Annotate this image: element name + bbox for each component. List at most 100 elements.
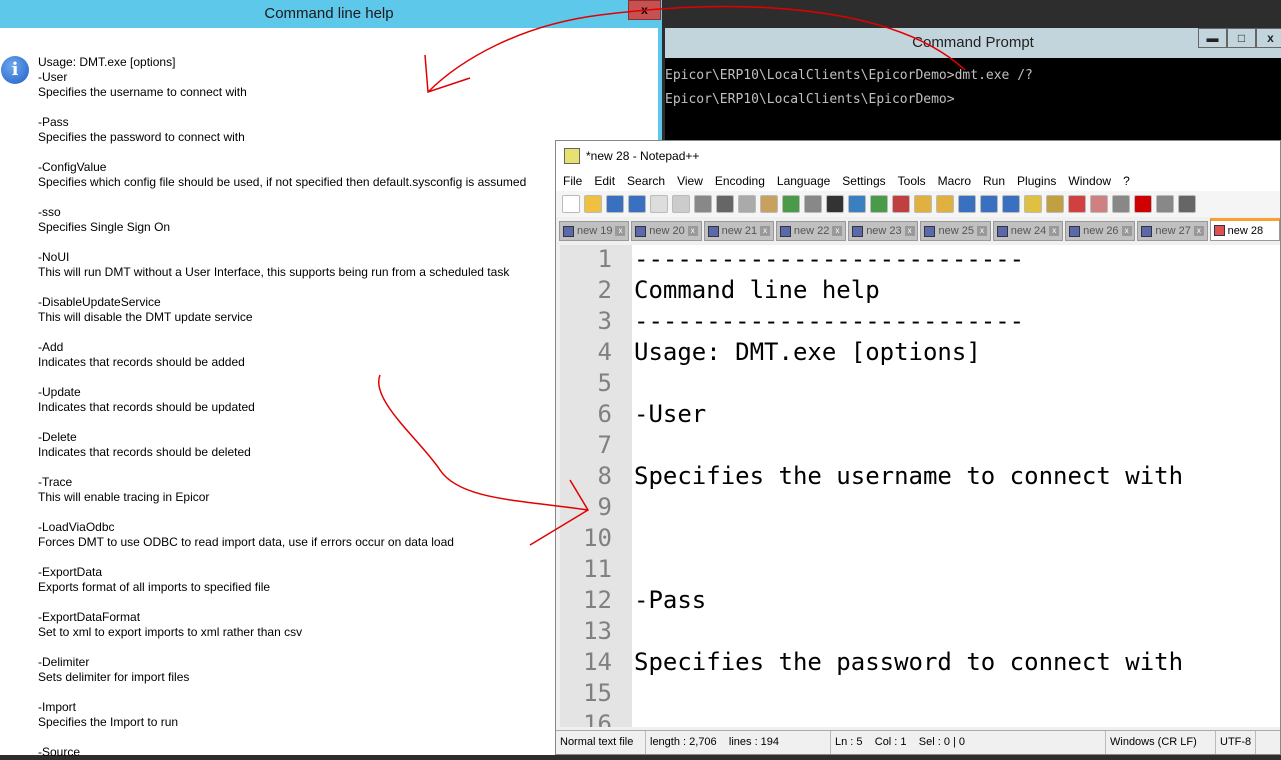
menu-search[interactable]: Search [627, 171, 665, 191]
line-number: 12 [583, 586, 612, 614]
show-all-icon[interactable] [980, 195, 998, 213]
help-line: Exports format of all imports to specifi… [38, 580, 271, 594]
close-button[interactable]: x [1256, 28, 1281, 48]
tab-new-23[interactable]: new 23 x [848, 221, 919, 241]
editor-line: 6 -User [560, 399, 1280, 430]
close-icon[interactable] [650, 195, 668, 213]
tab-new-27[interactable]: new 27 x [1137, 221, 1208, 241]
close-tab-icon[interactable]: x [904, 226, 915, 236]
menu-macro[interactable]: Macro [938, 171, 971, 191]
menu-language[interactable]: Language [777, 171, 830, 191]
close-tab-icon[interactable]: x [976, 226, 987, 236]
menu-plugins[interactable]: Plugins [1017, 171, 1056, 191]
sync-v-icon[interactable] [914, 195, 932, 213]
help-line [38, 100, 526, 115]
close-tab-icon[interactable]: x [832, 226, 843, 236]
editor[interactable]: 1 --------------------------- 2 Command lin… [560, 245, 1280, 727]
file-icon [707, 225, 719, 237]
stop-icon[interactable] [1156, 195, 1174, 213]
tab-label: new 19 [577, 225, 613, 237]
replace-icon[interactable] [848, 195, 866, 213]
help-line: This will run DMT without a User Interfa… [38, 265, 510, 279]
help-line: -Delimiter [38, 655, 90, 669]
close-tab-icon[interactable]: x [1193, 226, 1204, 236]
copy-icon[interactable] [738, 195, 756, 213]
help-line: -LoadViaOdbc [38, 520, 115, 534]
editor-line: 14 Specifies the password to connect with [560, 647, 1280, 678]
menu-file[interactable]: File [563, 171, 582, 191]
tab-new-24[interactable]: new 24 x [992, 221, 1064, 241]
file-icon [852, 225, 864, 237]
help-line: Indicates that records should be updated [38, 400, 255, 414]
help-line: -Trace [38, 475, 73, 489]
minimize-button[interactable]: ▬ [1198, 28, 1227, 48]
editor-line: 15 [560, 678, 1280, 709]
save-icon[interactable] [606, 195, 624, 213]
find-icon[interactable] [826, 195, 844, 213]
zoom-out-icon[interactable] [892, 195, 910, 213]
save-all-icon[interactable] [628, 195, 646, 213]
play-icon[interactable] [1178, 195, 1196, 213]
tab-new-25[interactable]: new 25 x [920, 221, 991, 241]
line-number: 1 [597, 245, 612, 273]
close-tab-icon[interactable]: x [687, 226, 698, 236]
menu-window[interactable]: Window [1068, 171, 1111, 191]
paste-icon[interactable] [760, 195, 778, 213]
help-line [38, 550, 526, 565]
line-number: 8 [597, 462, 612, 490]
udl-icon[interactable] [1024, 195, 1042, 213]
word-wrap-icon[interactable] [958, 195, 976, 213]
monitor-icon[interactable] [1112, 195, 1130, 213]
tab-new-20[interactable]: new 20 x [631, 221, 702, 241]
menu-tools[interactable]: Tools [898, 171, 926, 191]
close-tab-icon[interactable]: x [1121, 226, 1132, 236]
record-macro-icon[interactable] [1134, 195, 1152, 213]
help-line: -DisableUpdateService [38, 295, 161, 309]
tab-label: new 23 [866, 225, 902, 237]
open-icon[interactable] [584, 195, 602, 213]
undo-icon[interactable] [782, 195, 800, 213]
help-line: -Add [38, 340, 64, 354]
redo-icon[interactable] [804, 195, 822, 213]
tab-new-26[interactable]: new 26 x [1065, 221, 1136, 241]
indent-guide-icon[interactable] [1002, 195, 1020, 213]
tab-label: new 21 [721, 225, 758, 237]
folder-icon[interactable] [1090, 195, 1108, 213]
line-number: 6 [597, 400, 612, 428]
close-all-icon[interactable] [672, 195, 690, 213]
line-number: 15 [583, 679, 612, 707]
close-tab-icon[interactable]: x [615, 226, 626, 236]
command-prompt-window: Command Prompt ▬ □ x Epicor\ERP10\LocalCli… [665, 28, 1281, 140]
close-tab-icon[interactable]: x [760, 226, 771, 236]
cut-icon[interactable] [716, 195, 734, 213]
menu-run[interactable]: Run [983, 171, 1005, 191]
sync-h-icon[interactable] [936, 195, 954, 213]
line-number: 2 [597, 276, 612, 304]
close-tab-icon[interactable]: x [1049, 226, 1060, 236]
zoom-in-icon[interactable] [870, 195, 888, 213]
menu-encoding[interactable]: Encoding [715, 171, 765, 191]
tab-new-22[interactable]: new 22 x [775, 221, 847, 241]
new-icon[interactable] [562, 195, 580, 213]
console-output[interactable]: Epicor\ERP10\LocalClients\EpicorDemo>dmt… [665, 58, 1281, 140]
menu-view[interactable]: View [677, 171, 703, 191]
doc-map-icon[interactable] [1046, 195, 1064, 213]
status-length: length : 2,706 lines : 194 [646, 731, 831, 754]
help-line [38, 325, 526, 340]
help-line: -NoUI [38, 250, 70, 264]
line-text: -User [634, 400, 707, 428]
menu-help[interactable]: ? [1123, 171, 1130, 191]
function-list-icon[interactable] [1068, 195, 1086, 213]
tab-new-19[interactable]: new 19 x [559, 221, 630, 241]
help-line [38, 685, 526, 700]
help-line [38, 190, 526, 205]
maximize-button[interactable]: □ [1227, 28, 1256, 48]
menu-settings[interactable]: Settings [842, 171, 885, 191]
print-icon[interactable] [694, 195, 712, 213]
menu-edit[interactable]: Edit [594, 171, 615, 191]
help-text: Usage: DMT.exe [options] -User Specifies t… [38, 55, 526, 760]
file-icon [563, 225, 574, 237]
tab-new-28[interactable]: new 28 [1209, 218, 1280, 241]
tab-new-21[interactable]: new 21 x [703, 221, 774, 241]
close-button[interactable]: x [628, 0, 661, 20]
